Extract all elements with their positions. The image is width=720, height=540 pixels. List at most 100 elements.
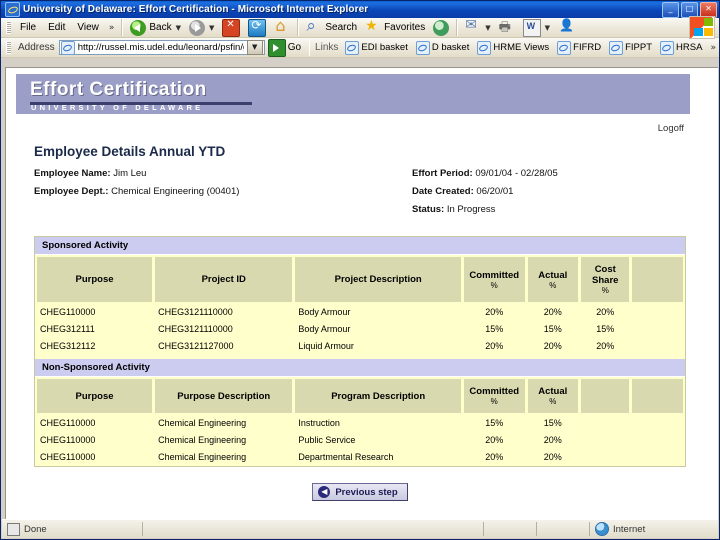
col-project-description: Project Description [294,256,462,303]
link-label: HRME Views [493,42,550,53]
cell-actual: 20% [526,449,580,465]
media-button[interactable] [429,19,453,37]
previous-step-button[interactable]: ◀ Previous step [312,483,408,501]
link-d-basket[interactable]: D basket [412,40,474,55]
links-overflow-chevron-icon[interactable]: » [706,43,720,53]
back-arrow-icon [130,19,147,36]
col-cost-share: Cost Share % [580,256,631,303]
forward-button[interactable]: ▼ [185,19,218,37]
activity-panel: Sponsored Activity Purpose Project ID Pr… [34,236,686,467]
col-purpose: Purpose [36,378,154,414]
cell-spacer-2 [631,449,684,465]
links-separator [309,39,311,56]
mail-chevron-down-icon[interactable]: ▼ [485,24,490,32]
refresh-button[interactable] [244,18,270,38]
previous-arrow-icon: ◀ [318,486,331,498]
status-message-cell: Done [2,522,142,536]
back-chevron-down-icon[interactable]: ▼ [176,24,181,32]
menu-bar: File Edit View » Back ▼ ▼ Search [1,16,719,40]
sponsored-activity-table: Purpose Project ID Project Description C… [35,255,685,355]
stop-button[interactable] [218,18,244,38]
cell-project-description: Liquid Armour [294,338,462,354]
col-cost-share-label: Cost Share [592,264,619,286]
link-favicon-icon [477,40,492,55]
link-favicon-icon [609,40,624,55]
address-input[interactable]: http://russel.mis.udel.edu/leonard/psfin… [58,40,265,55]
cell-spacer [631,321,684,337]
star-icon [365,18,381,36]
cell-committed: 15% [462,415,526,431]
mail-button[interactable]: ▼ [461,17,494,37]
table-row: CHEG312112 CHEG3121127000 Liquid Armour … [36,338,684,354]
address-grip[interactable] [6,41,11,54]
menu-view[interactable]: View [71,21,105,34]
cell-spacer-1 [580,415,631,431]
menu-file[interactable]: File [14,21,42,34]
edit-chevron-down-icon[interactable]: ▼ [545,24,550,32]
mail-icon [465,17,481,36]
search-label: Search [325,22,358,33]
nonsponsored-activity-table: Purpose Purpose Description Program Desc… [35,377,685,466]
done-icon [7,522,20,536]
address-url-text: http://russel.mis.udel.edu/leonard/psfin… [77,42,244,53]
home-button[interactable] [270,16,294,37]
cell-committed: 20% [462,449,526,465]
cell-actual: 15% [526,415,580,431]
col-committed-label: Committed [469,269,520,281]
link-hrsa[interactable]: HRSA [656,40,706,55]
cell-actual: 15% [526,321,580,337]
col-spacer-1 [580,378,631,414]
print-button[interactable] [495,18,519,40]
col-spacer-2 [631,378,684,414]
toolbar-separator [121,19,124,36]
cell-purpose-description: Chemical Engineering [154,432,294,448]
minimize-button[interactable]: _ [662,1,679,18]
go-button[interactable]: Go [265,38,306,57]
cell-purpose-description: Chemical Engineering [154,449,294,465]
date-created-row: Date Created: 06/20/01 [412,186,692,197]
employee-name-row: Employee Name: Jim Leu [34,168,412,179]
sponsored-table-head: Purpose Project ID Project Description C… [36,256,684,303]
col-committed-label: Committed [469,386,520,397]
cell-purpose: CHEG110000 [36,449,154,465]
link-fippt[interactable]: FIPPT [605,40,656,55]
link-label: FIPPT [625,42,653,53]
link-fifrd[interactable]: FIFRD [553,40,605,55]
forward-chevron-down-icon[interactable]: ▼ [209,24,214,32]
cell-purpose: CHEG312112 [36,338,154,354]
logoff-link[interactable]: Logoff [658,123,684,134]
status-label: Status: [412,204,445,215]
col-project-id: Project ID [154,256,294,303]
search-button[interactable]: Search [302,16,361,37]
favorites-button[interactable]: Favorites [361,18,429,37]
menu-grip[interactable] [6,21,11,34]
link-favicon-icon [660,40,675,55]
menu-edit[interactable]: Edit [42,21,71,34]
back-button[interactable]: Back ▼ [126,19,185,37]
messenger-button[interactable] [554,18,578,37]
status-value: In Progress [446,204,496,215]
date-created-label: Date Created: [412,186,474,197]
browser-window: University of Delaware: Effort Certifica… [0,0,720,540]
menu-overflow-chevron-icon[interactable]: » [105,23,119,33]
table-row: CHEG312111 CHEG3121110000 Body Armour 15… [36,321,684,337]
page-title: Employee Details Annual YTD [34,144,226,159]
status-pane-b [536,522,589,536]
link-hrme-views[interactable]: HRME Views [473,40,553,55]
internet-explorer-icon [5,2,20,17]
cell-committed: 20% [462,338,526,354]
globe-icon [595,522,609,536]
link-edi-basket[interactable]: EDI basket [341,40,411,55]
link-label: HRSA [676,42,703,53]
link-label: D basket [431,42,470,53]
address-dropdown-chevron-icon[interactable]: ▼ [246,40,263,55]
security-zone-cell[interactable]: Internet [589,522,718,536]
table-row: CHEG110000 Chemical Engineering Public S… [36,432,684,448]
col-purpose: Purpose [36,256,154,303]
security-zone-text: Internet [613,523,646,535]
cell-actual: 20% [526,432,580,448]
edit-button[interactable]: ▼ [519,18,554,38]
cell-project-description: Body Armour [294,321,462,337]
nonsponsored-section-header: Non-Sponsored Activity [35,359,685,377]
col-purpose-description: Purpose Description [154,378,294,414]
